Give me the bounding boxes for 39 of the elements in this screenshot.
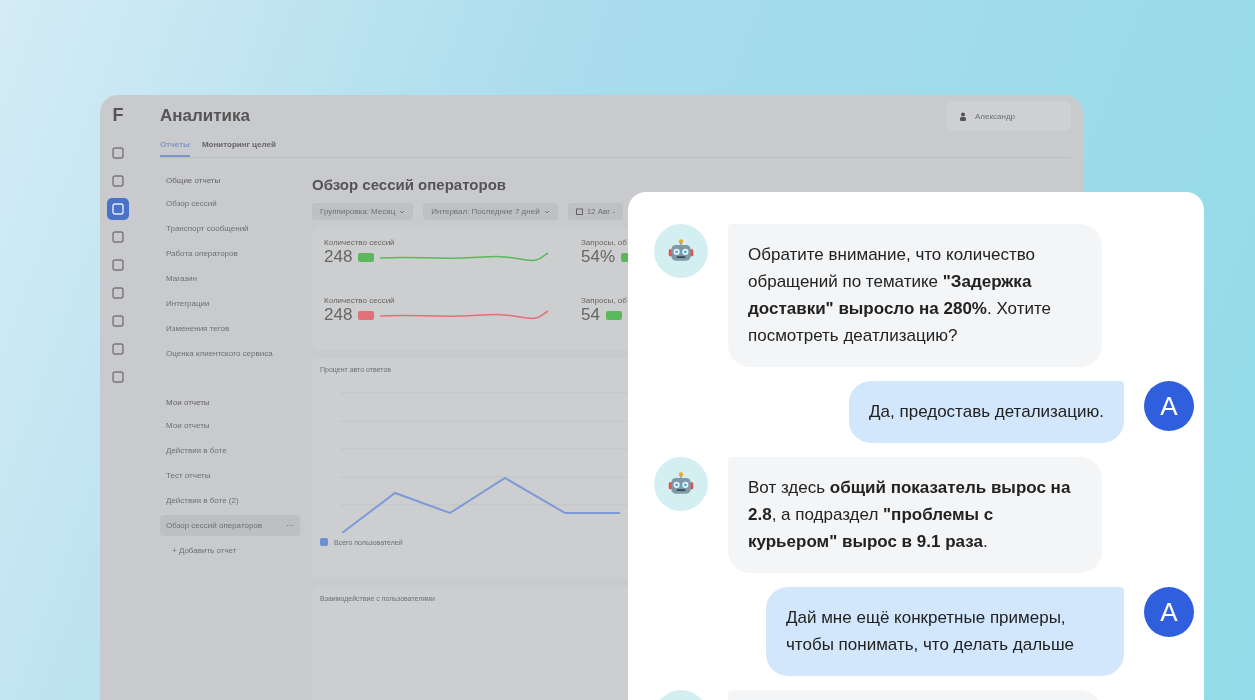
section-heading: Мои отчеты <box>166 398 211 407</box>
report-item[interactable]: Действия в боте <box>160 440 300 461</box>
filter-dropdown[interactable]: 12 Авг - <box>567 203 624 220</box>
bot-message: Вот здесь общий показатель вырос на 2.8, а подраздел "проблемы с курьером" вырос в 9.1 раза. <box>728 457 1102 573</box>
filter-dropdown[interactable]: Интервал: Последние 7 дней <box>423 203 558 220</box>
report-item[interactable]: Обзор сессий <box>160 193 300 214</box>
report-title: Обзор сессий операторов <box>312 176 508 193</box>
stat-value: 54 <box>581 305 600 325</box>
more-icon[interactable]: ⋯ <box>286 521 294 530</box>
filter-dropdown[interactable]: Группировка: Месяц <box>312 203 414 220</box>
stat-value: 248 <box>324 247 353 267</box>
add-report-link[interactable]: + Добавить отчет <box>160 540 300 561</box>
stat-label: Количество сессий <box>324 296 396 305</box>
tab[interactable]: Отчеты <box>160 137 190 157</box>
stat-label: Запросы, об <box>581 296 628 305</box>
section-heading: Общие отчеты <box>166 176 222 185</box>
report-item[interactable]: Транспорт сообщений <box>160 218 300 239</box>
report-item[interactable]: Магазин <box>160 268 300 289</box>
tab[interactable]: Мониторинг целей <box>201 137 276 157</box>
report-item[interactable]: Изменения тегов <box>160 318 300 339</box>
report-item[interactable]: Обзор сессий операторов ⋯ <box>160 515 300 536</box>
stat-label: Запросы, об <box>581 238 628 247</box>
report-item[interactable]: Тест отчеты <box>160 465 300 486</box>
user-message: Дай мне ещё конкретные примеры, чтобы понимать, что делать дальше <box>766 587 1124 676</box>
user-menu[interactable]: Александр <box>947 101 1071 131</box>
report-item[interactable]: Действия в боте (2) <box>160 490 300 511</box>
report-item[interactable]: Мои отчеты <box>160 415 300 436</box>
user-message: Да, предоставь детализацию. <box>849 381 1124 443</box>
report-item[interactable]: Интеграции <box>160 293 300 314</box>
logo: F <box>112 105 124 126</box>
user-avatar: A <box>1144 587 1194 637</box>
stat-value: 54% <box>581 247 616 267</box>
page-title: Аналитика <box>160 106 250 126</box>
stat-label: Количество сессий <box>324 238 396 247</box>
report-item[interactable]: Оценка клиентского сервиса <box>160 343 300 364</box>
stat-value: 248 <box>324 305 353 325</box>
report-item[interactable]: Работа операторов <box>160 243 300 264</box>
user-avatar: A <box>1144 381 1194 431</box>
bot-message: Обратите внимание, что количество обращений по тематике "Задержка доставки" выросло на 280%. Хотите посмотреть деатлизацию? <box>728 224 1102 367</box>
